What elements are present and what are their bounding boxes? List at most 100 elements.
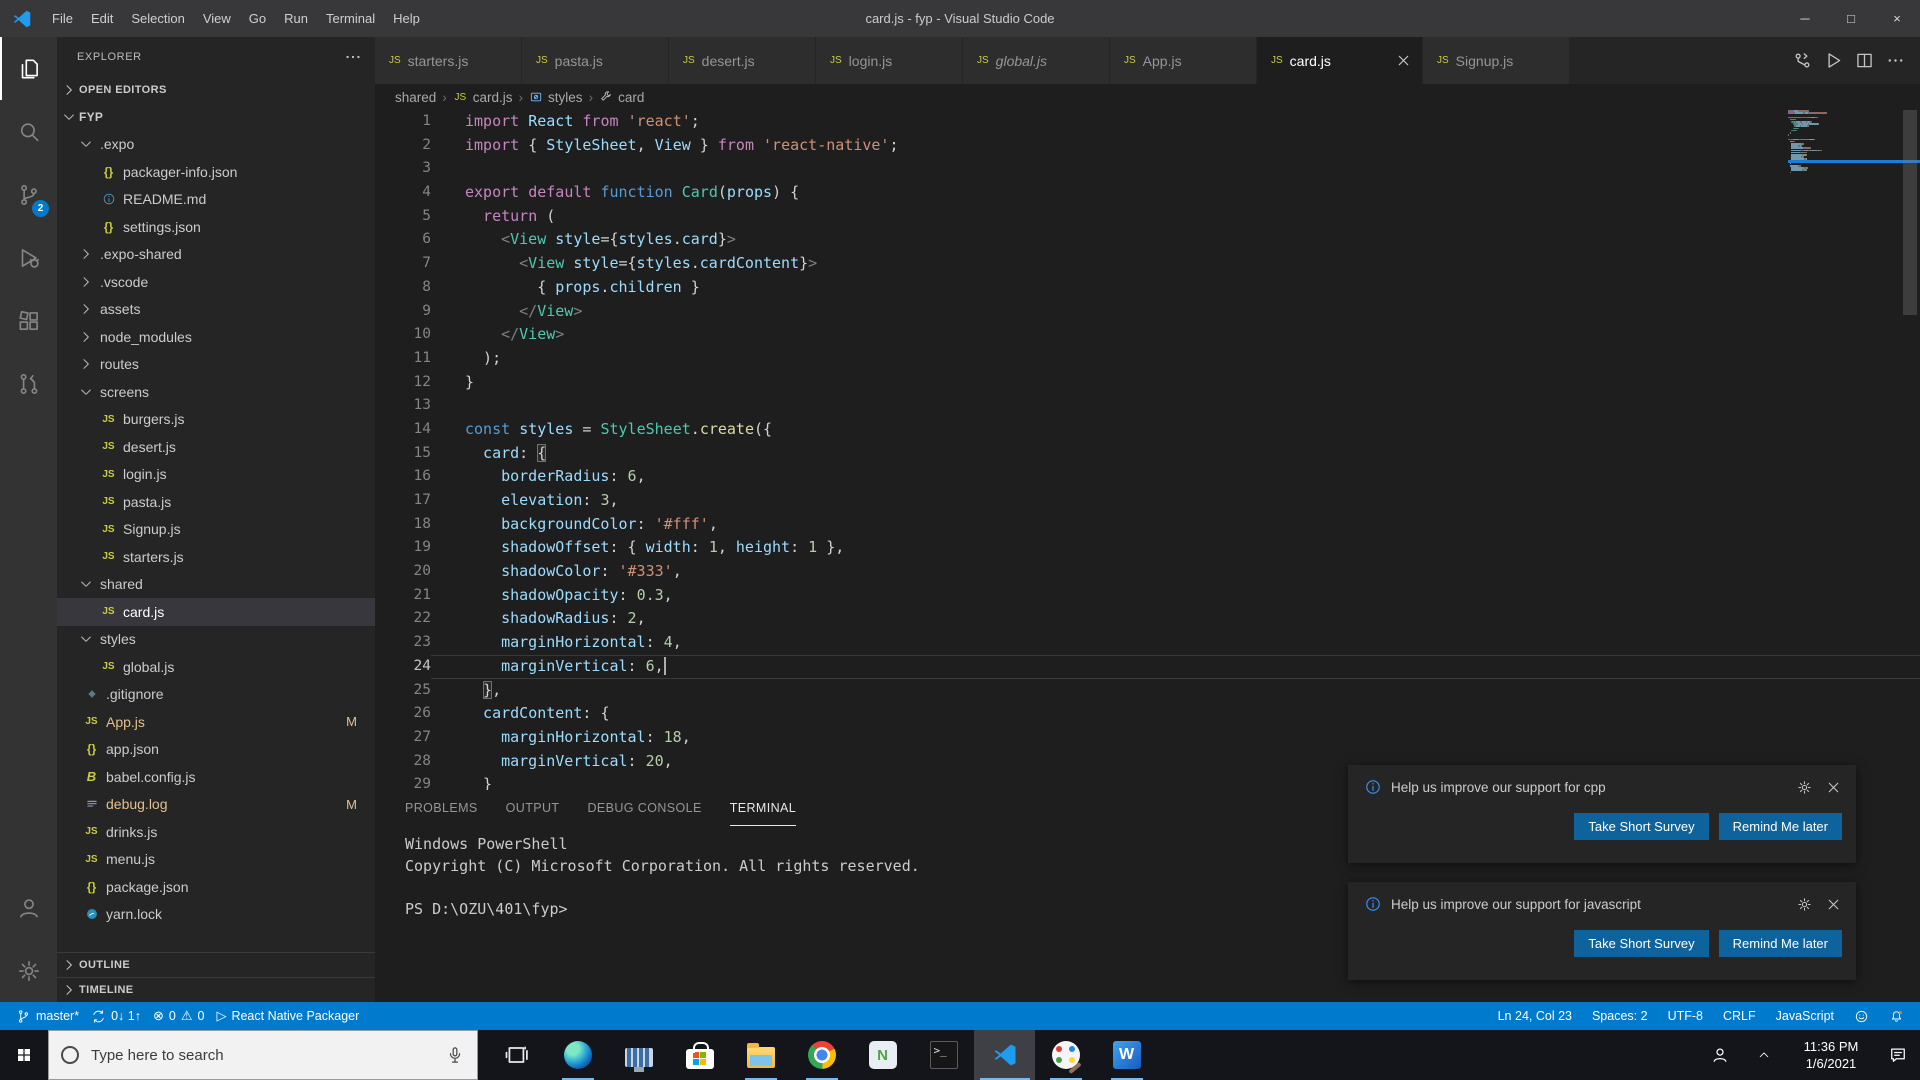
people-button[interactable] [1698,1030,1742,1080]
tab-App.js[interactable]: JS App.js [1110,37,1257,84]
code-line-17[interactable]: 17 elevation: 3, [375,489,1920,513]
code-line-12[interactable]: 12} [375,371,1920,395]
minimize-button[interactable]: ─ [1782,0,1828,37]
tree-item-Signup.js[interactable]: JS Signup.js [57,516,375,544]
tree-item-debug.log[interactable]: debug.log M [57,791,375,819]
tree-item-packager-info.json[interactable]: {} packager-info.json [57,158,375,186]
section-outline[interactable]: OUTLINE [57,952,375,977]
tree-item-README.md[interactable]: README.md [57,186,375,214]
close-button[interactable]: × [1874,0,1920,37]
eol[interactable]: CRLF [1717,1009,1762,1023]
compare-changes-icon[interactable] [1792,50,1813,71]
tree-item-screens[interactable]: screens [57,378,375,406]
tree-item-assets[interactable]: assets [57,296,375,324]
menu-run[interactable]: Run [275,0,317,37]
taskbar-word[interactable]: W [1096,1030,1157,1080]
split-editor-icon[interactable] [1854,50,1875,71]
code-line-27[interactable]: 27 marginHorizontal: 18, [375,726,1920,750]
tree-item-login.js[interactable]: JS login.js [57,461,375,489]
taskbar-edge[interactable] [547,1030,608,1080]
menu-terminal[interactable]: Terminal [317,0,384,37]
menu-file[interactable]: File [43,0,82,37]
tree-item-desert.js[interactable]: JS desert.js [57,433,375,461]
encoding[interactable]: UTF-8 [1662,1009,1709,1023]
code-line-22[interactable]: 22 shadowRadius: 2, [375,607,1920,631]
open-editors-section[interactable]: OPEN EDITORS [57,77,375,103]
remind-me-later-button[interactable]: Remind Me later [1718,813,1842,840]
code-line-19[interactable]: 19 shadowOffset: { width: 1, height: 1 }, [375,536,1920,560]
code-line-23[interactable]: 23 marginHorizontal: 4, [375,631,1920,655]
tree-item-.expo[interactable]: .expo [57,131,375,159]
cursor-position[interactable]: Ln 24, Col 23 [1492,1009,1578,1023]
activity-github-pr-icon[interactable] [0,352,57,415]
code-line-18[interactable]: 18 backgroundColor: '#fff', [375,513,1920,537]
tree-item-routes[interactable]: routes [57,351,375,379]
sync-status[interactable]: 0↓ 1↑ [85,1002,147,1030]
activity-settings-gear-icon[interactable] [0,939,57,1002]
section-timeline[interactable]: TIMELINE [57,977,375,1002]
minimap[interactable] [1788,110,1848,220]
show-hidden-icons-button[interactable] [1742,1030,1786,1080]
code-line-2[interactable]: 2 import { StyleSheet, View } from 'react… [375,134,1920,158]
code-line-15[interactable]: 15 card: { [375,442,1920,466]
react-native-packager[interactable]: ▷ React Native Packager [210,1002,365,1030]
tree-item-menu.js[interactable]: JS menu.js [57,846,375,874]
code-editor[interactable]: 1 import React from 'react'; 2 import { Sty… [375,110,1920,790]
tree-item-styles[interactable]: styles [57,626,375,654]
activity-extensions-icon[interactable] [0,289,57,352]
tree-item-card.js[interactable]: JS card.js [57,598,375,626]
remind-me-later-button[interactable]: Remind Me later [1718,930,1842,957]
search-input[interactable] [91,1046,433,1064]
breadcrumb-shared[interactable]: shared [395,90,436,105]
panel-tab-debug-console[interactable]: DEBUG CONSOLE [587,790,701,826]
tab-card.js[interactable]: JS card.js [1257,37,1423,84]
taskbar-on-screen-keyboard[interactable] [608,1030,669,1080]
microphone-icon[interactable] [445,1045,465,1065]
code-line-11[interactable]: 11); [375,347,1920,371]
tab-starters.js[interactable]: JS starters.js [375,37,522,84]
breadcrumb-card[interactable]: card [599,90,644,105]
notifications-bell[interactable] [1883,1009,1910,1024]
panel-tab-output[interactable]: OUTPUT [506,790,560,826]
activity-account-icon[interactable] [0,876,57,939]
gear-small-icon[interactable] [1796,779,1813,796]
tree-item-package.json[interactable]: {} package.json [57,873,375,901]
code-line-4[interactable]: 4 export default function Card(props) { [375,181,1920,205]
tree-item-starters.js[interactable]: JS starters.js [57,543,375,571]
taskbar-paint[interactable] [1035,1030,1096,1080]
activity-source-control-icon[interactable]: 2 [0,163,57,226]
close-icon[interactable] [1825,896,1842,913]
code-line-24[interactable]: 24 marginVertical: 6, [375,655,1920,679]
tree-item-FYP[interactable]: FYP [57,103,375,131]
clock[interactable]: 11:36 PM 1/6/2021 [1786,1038,1876,1072]
taskbar-notepad-plus-plus[interactable]: N [852,1030,913,1080]
git-branch-status[interactable]: master* [10,1002,85,1030]
tree-item-global.js[interactable]: JS global.js [57,653,375,681]
code-line-16[interactable]: 16 borderRadius: 6, [375,465,1920,489]
indentation[interactable]: Spaces: 2 [1586,1009,1654,1023]
taskbar-search[interactable] [48,1030,478,1080]
problems-status[interactable]: ⊗ 0 ⚠ 0 [147,1002,210,1030]
tree-item-.expo-shared[interactable]: .expo-shared [57,241,375,269]
take-short-survey-button[interactable]: Take Short Survey [1574,813,1709,840]
tree-item-pasta.js[interactable]: JS pasta.js [57,488,375,516]
code-line-9[interactable]: 9 </View> [375,300,1920,324]
code-line-13[interactable]: 13 [375,394,1920,418]
code-line-6[interactable]: 6 <View style={styles.card}> [375,228,1920,252]
breadcrumb-card.js[interactable]: JS card.js [453,90,512,105]
code-line-21[interactable]: 21 shadowOpacity: 0.3, [375,584,1920,608]
activity-run-debug-icon[interactable] [0,226,57,289]
menu-edit[interactable]: Edit [82,0,122,37]
menu-go[interactable]: Go [240,0,275,37]
code-line-3[interactable]: 3 [375,157,1920,181]
menu-selection[interactable]: Selection [122,0,193,37]
tree-item-babel.config.js[interactable]: Bbabel.config.js [57,763,375,791]
activity-search-icon[interactable] [0,100,57,163]
tree-item-.vscode[interactable]: .vscode [57,268,375,296]
code-line-26[interactable]: 26 cardContent: { [375,702,1920,726]
code-line-1[interactable]: 1 import React from 'react'; [375,110,1920,134]
panel-tab-problems[interactable]: PROBLEMS [405,790,478,826]
feedback[interactable] [1848,1009,1875,1024]
run-icon[interactable] [1823,50,1844,71]
taskbar-command-prompt[interactable]: >_ [913,1030,974,1080]
